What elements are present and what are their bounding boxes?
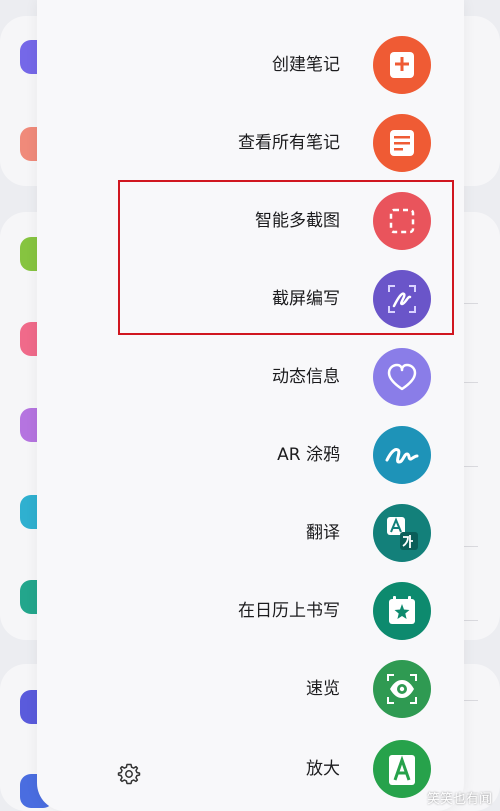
menu-item-label: 动态信息 — [272, 367, 340, 387]
menu-item-live-message[interactable]: 动态信息 — [37, 342, 464, 412]
menu-item-label: 查看所有笔记 — [238, 133, 340, 153]
notes-list-icon[interactable] — [373, 114, 431, 172]
magnify-icon[interactable] — [373, 740, 431, 798]
menu-item-label: 在日历上书写 — [238, 601, 340, 621]
menu-item-glance[interactable]: 速览 — [37, 654, 464, 724]
menu-item-write-on-calendar[interactable]: 在日历上书写 — [37, 576, 464, 646]
ar-doodle-icon[interactable] — [373, 426, 431, 484]
note-add-icon[interactable] — [373, 36, 431, 94]
watermark-text: 笑笑也有闻 — [426, 792, 492, 807]
write-on-calendar-icon[interactable] — [373, 582, 431, 640]
glance-icon[interactable] — [373, 660, 431, 718]
translate-icon[interactable] — [373, 504, 431, 562]
menu-item-ar-doodle[interactable]: AR 涂鸦 — [37, 420, 464, 490]
menu-item-label: 速览 — [306, 679, 340, 699]
live-message-icon[interactable] — [373, 348, 431, 406]
menu-item-magnify[interactable]: 放大 — [37, 734, 464, 804]
menu-item-create-note[interactable]: 创建笔记 — [37, 30, 464, 100]
air-command-panel: 创建笔记 查看所有笔记 智能多截图 截屏编写 动态信息 AR 涂鸦 翻译 在日历… — [37, 0, 464, 811]
gear-icon[interactable] — [117, 762, 141, 786]
menu-item-label: 创建笔记 — [272, 55, 340, 75]
annotation-highlight-box — [118, 180, 454, 335]
menu-item-view-all-notes[interactable]: 查看所有笔记 — [37, 108, 464, 178]
menu-item-label: 翻译 — [306, 523, 340, 543]
menu-item-label: 放大 — [306, 759, 340, 779]
menu-item-label: AR 涂鸦 — [277, 445, 340, 465]
menu-item-translate[interactable]: 翻译 — [37, 498, 464, 568]
